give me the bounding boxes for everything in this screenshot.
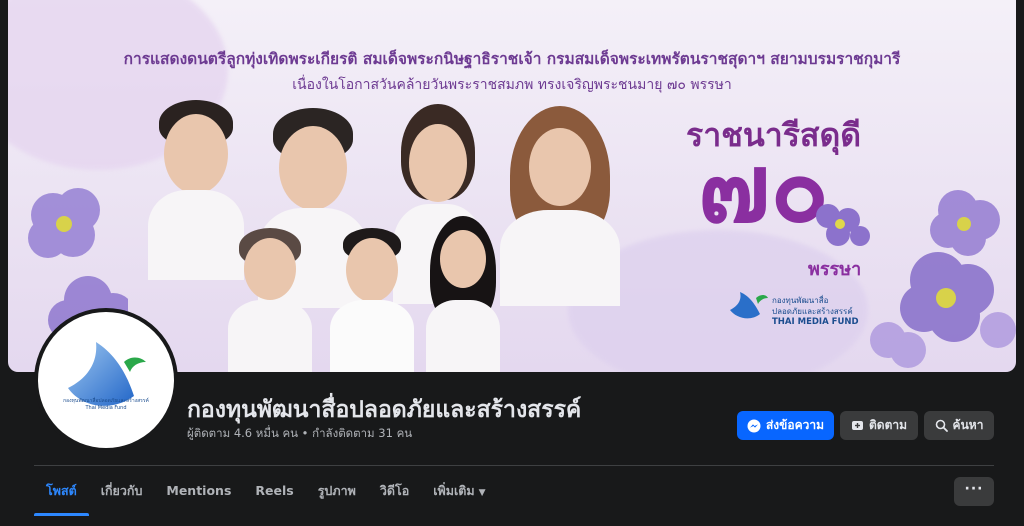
flower-decoration — [870, 190, 1016, 368]
page-tabs: โพสต์ เกี่ยวกับ Mentions Reels รูปภาพ วิ… — [34, 468, 498, 516]
profile-picture[interactable]: กองทุนพัฒนาสื่อปลอดภัยและสร้างสรรค์ Thai… — [34, 308, 178, 452]
logo-text-line: ปลอดภัยและสร้างสรรค์ — [772, 307, 853, 316]
facebook-page: การแสดงดนตรีลูกทุ่งเทิดพระเกียรติ สมเด็จ… — [0, 0, 1024, 526]
messenger-icon — [747, 419, 761, 432]
message-button[interactable]: ส่งข้อความ — [737, 411, 834, 440]
divider — [34, 465, 994, 466]
avatar: กองทุนพัฒนาสื่อปลอดภัยและสร้างสรรค์ Thai… — [38, 312, 174, 448]
message-button-label: ส่งข้อความ — [765, 418, 824, 432]
search-button-label: ค้นหา — [952, 418, 984, 432]
cover-subtitle: เนื่องในโอกาสวันคล้ายวันพระราชสมภพ ทรงเจ… — [292, 77, 732, 93]
cover-person — [500, 106, 620, 306]
cover-person — [330, 228, 414, 372]
cover-person — [228, 228, 312, 372]
tab-more-label: เพิ่มเติม — [433, 483, 475, 498]
followers-count[interactable]: ผู้ติดตาม 4.6 หมื่น คน • กำลังติดตาม 31 … — [187, 425, 412, 443]
follow-button[interactable]: ติดตาม — [840, 411, 918, 440]
avatar-caption: กองทุนพัฒนาสื่อปลอดภัยและสร้างสรรค์ Thai… — [60, 398, 152, 412]
tab-videos[interactable]: วิดีโอ — [368, 468, 421, 516]
tab-posts[interactable]: โพสต์ — [34, 468, 89, 516]
flower-decoration — [816, 204, 870, 246]
cover-person — [426, 216, 500, 372]
caret-down-icon: ▼ — [478, 488, 486, 498]
more-options-button[interactable]: ··· — [954, 477, 994, 506]
search-icon — [935, 419, 948, 432]
cover-phansa: พรรษา — [808, 259, 862, 280]
cover-person — [148, 100, 244, 280]
logo-text-en: THAI MEDIA FUND — [772, 317, 859, 327]
tab-more[interactable]: เพิ่มเติม ▼ — [421, 468, 497, 516]
dove-logo-icon — [68, 342, 146, 406]
cover-photo[interactable]: การแสดงดนตรีลูกทุ่งเทิดพระเกียรติ สมเด็จ… — [8, 0, 1016, 372]
tab-mentions[interactable]: Mentions — [154, 468, 243, 516]
thai-media-fund-logo — [730, 292, 768, 319]
avatar-caption-en: Thai Media Fund — [85, 405, 127, 411]
follow-icon — [851, 421, 863, 430]
tab-reels[interactable]: Reels — [243, 468, 305, 516]
page-title[interactable]: กองทุนพัฒนาสื่อปลอดภัยและสร้างสรรค์ — [187, 392, 581, 428]
follow-button-label: ติดตาม — [868, 418, 908, 432]
avatar-caption-thai: กองทุนพัฒนาสื่อปลอดภัยและสร้างสรรค์ — [63, 398, 149, 404]
cover-title: การแสดงดนตรีลูกทุ่งเทิดพระเกียรติ สมเด็จ… — [123, 50, 901, 68]
thai-media-fund-text: กองทุนพัฒนาสื่อ ปลอดภัยและสร้างสรรค์ THA… — [772, 295, 859, 328]
search-button[interactable]: ค้นหา — [924, 411, 994, 440]
tab-about[interactable]: เกี่ยวกับ — [89, 468, 155, 516]
tab-photos[interactable]: รูปภาพ — [306, 468, 368, 516]
logo-text-line: กองทุนพัฒนาสื่อ — [772, 296, 829, 305]
